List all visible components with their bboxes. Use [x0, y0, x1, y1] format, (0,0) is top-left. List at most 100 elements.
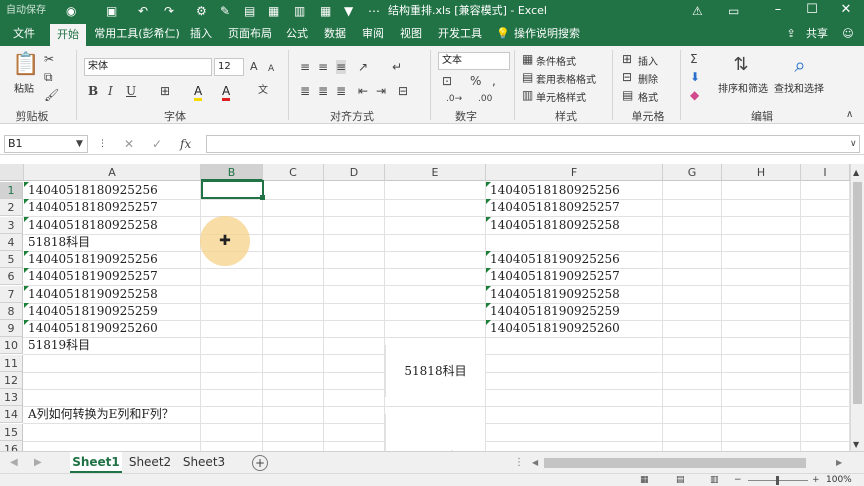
row-header-1[interactable]: 1	[0, 182, 23, 199]
format-painter-brush-icon[interactable]: 🖌	[44, 88, 59, 102]
sheet-tab-3[interactable]: Sheet3	[178, 452, 230, 473]
tab-home[interactable]: 开始	[50, 24, 86, 46]
table-format-icon[interactable]: ▤	[522, 70, 533, 84]
align-top-icon[interactable]: ≡	[300, 60, 310, 74]
row-header-11[interactable]: 11	[0, 354, 23, 372]
filter-icon[interactable]: ▼	[344, 3, 353, 19]
fill-icon[interactable]: ⬇	[690, 70, 700, 84]
next-sheet-icon[interactable]: ▶	[34, 456, 42, 470]
row-header-5[interactable]: 5	[0, 251, 23, 268]
tab-page-layout[interactable]: 页面布局	[222, 22, 278, 46]
sort-filter-button[interactable]: 排序和筛选	[718, 80, 768, 95]
row-header-3[interactable]: 3	[0, 216, 23, 234]
cell-styles-icon[interactable]: ▥	[522, 88, 533, 102]
row-header-6[interactable]: 6	[0, 268, 23, 286]
expand-formula-icon[interactable]: ∨	[850, 137, 857, 151]
page-break-view-icon[interactable]: ▥	[710, 474, 719, 486]
cell-a14[interactable]: A列如何转换为E列和F列？	[26, 406, 174, 423]
more-icon[interactable]: ⋯	[368, 3, 380, 19]
font-name-select[interactable]: 宋体	[84, 58, 212, 76]
horizontal-scroll-thumb[interactable]	[544, 458, 806, 468]
phonetic-icon[interactable]: 文	[258, 84, 268, 98]
scroll-right-icon[interactable]: ▶	[836, 456, 842, 470]
increase-indent-icon[interactable]: ⇥	[376, 84, 386, 98]
number-format-select[interactable]: 文本	[438, 52, 510, 70]
zoom-level[interactable]: 100%	[826, 474, 852, 486]
fill-color-icon[interactable]: A	[194, 84, 203, 101]
cell-f9[interactable]: 14040518190925260	[488, 320, 620, 337]
align-left-icon[interactable]: ≣	[300, 84, 310, 98]
tools-icon[interactable]: ⚙	[196, 3, 207, 19]
format-painter-icon[interactable]: ✎	[220, 3, 230, 19]
table-format-button[interactable]: 套用表格格式	[536, 71, 596, 86]
comma-button[interactable]: ,	[492, 74, 496, 88]
worksheet-grid[interactable]: ABCDEFGHI 1 2 3 4 5 6 7 8 9 10 11 12 13 14 15 16 140405…	[0, 164, 850, 451]
column-header-h[interactable]: H	[722, 164, 801, 181]
normal-view-icon[interactable]: ▦	[640, 474, 649, 486]
row-header-14[interactable]: 14	[0, 406, 23, 424]
column-header-d[interactable]: D	[324, 164, 385, 181]
zoom-in-icon[interactable]: +	[812, 474, 820, 486]
column-header-f[interactable]: F	[486, 164, 663, 181]
paste-label[interactable]: 粘贴	[14, 80, 34, 95]
zoom-out-icon[interactable]: −	[734, 474, 742, 486]
clear-icon[interactable]: ◆	[690, 88, 699, 102]
warning-icon[interactable]: ⚠	[692, 3, 703, 19]
prev-sheet-icon[interactable]: ◀	[10, 456, 18, 470]
page-layout-view-icon[interactable]: ▤	[676, 474, 685, 486]
sheet-tab-2[interactable]: Sheet2	[124, 452, 176, 473]
cell-a4[interactable]: 51818科目	[26, 234, 90, 251]
underline-button[interactable]: U	[126, 84, 136, 98]
format-cells-button[interactable]: 格式	[638, 89, 658, 104]
tell-me-search[interactable]: 操作说明搜索	[514, 22, 598, 46]
copy-icon[interactable]: ⧉	[44, 70, 53, 84]
align-right-icon[interactable]: ≣	[336, 84, 346, 98]
select-all-corner[interactable]	[0, 164, 24, 181]
confirm-entry-button[interactable]: ✓	[152, 137, 162, 151]
cell-f6[interactable]: 14040518190925257	[488, 268, 620, 285]
cell-a7[interactable]: 14040518190925258	[26, 286, 158, 303]
autosave-toggle[interactable]: 自动保存	[6, 3, 46, 19]
row-header-8[interactable]: 8	[0, 302, 23, 320]
scroll-down-icon[interactable]: ▼	[853, 438, 859, 452]
column-header-i[interactable]: I	[801, 164, 850, 181]
wrap-text-icon[interactable]: ↵	[392, 60, 402, 74]
borders-icon[interactable]: ⊞	[160, 84, 170, 98]
row-header-15[interactable]: 15	[0, 423, 23, 441]
scroll-left-icon[interactable]: ◀	[532, 456, 538, 470]
share-button[interactable]: 共享	[800, 22, 834, 46]
cut-icon[interactable]: ✂	[44, 52, 54, 66]
cell-a2[interactable]: 14040518180925257	[26, 199, 158, 216]
insert-cells-icon[interactable]: ⊞	[622, 52, 632, 66]
row-header-12[interactable]: 12	[0, 371, 23, 389]
column-header-g[interactable]: G	[663, 164, 722, 181]
autosum-icon[interactable]: Σ	[690, 52, 698, 66]
tab-developer[interactable]: 开发工具	[432, 22, 488, 46]
grow-font-icon[interactable]: A	[250, 60, 258, 74]
merged-cell-e5[interactable]: 51819科目	[385, 414, 486, 451]
insert-cells-button[interactable]: 插入	[638, 53, 658, 68]
undo-icon[interactable]: ↶	[138, 3, 148, 19]
grid-icon[interactable]: ▥	[294, 3, 305, 19]
row-header-4[interactable]: 4	[0, 233, 23, 251]
row-header-9[interactable]: 9	[0, 320, 23, 337]
excel-icon[interactable]: ▤	[244, 3, 255, 19]
row-header-16[interactable]: 16	[0, 440, 23, 451]
merged-cell-e1[interactable]: 51818科目	[385, 345, 486, 397]
vertical-scrollbar[interactable]: ▲ ▼	[850, 164, 864, 451]
formula-input[interactable]	[206, 135, 860, 153]
collapse-ribbon-icon[interactable]: ∧	[846, 108, 853, 122]
sheet-tab-1[interactable]: Sheet1	[70, 452, 122, 473]
column-header-b[interactable]: B	[201, 164, 263, 181]
cell-f3[interactable]: 14040518180925258	[488, 217, 620, 234]
accounting-icon[interactable]: ⊡	[442, 74, 452, 88]
orientation-icon[interactable]: ↗	[358, 60, 368, 74]
scroll-up-icon[interactable]: ▲	[853, 166, 859, 180]
cell-a8[interactable]: 14040518190925259	[26, 303, 158, 320]
column-header-e[interactable]: E	[385, 164, 486, 181]
shrink-font-icon[interactable]: A	[268, 62, 274, 76]
tab-data[interactable]: 数据	[318, 22, 352, 46]
insert-function-button[interactable]: fx	[180, 137, 191, 151]
table-icon[interactable]: ▦	[320, 3, 331, 19]
cell-a5[interactable]: 14040518190925256	[26, 251, 158, 268]
